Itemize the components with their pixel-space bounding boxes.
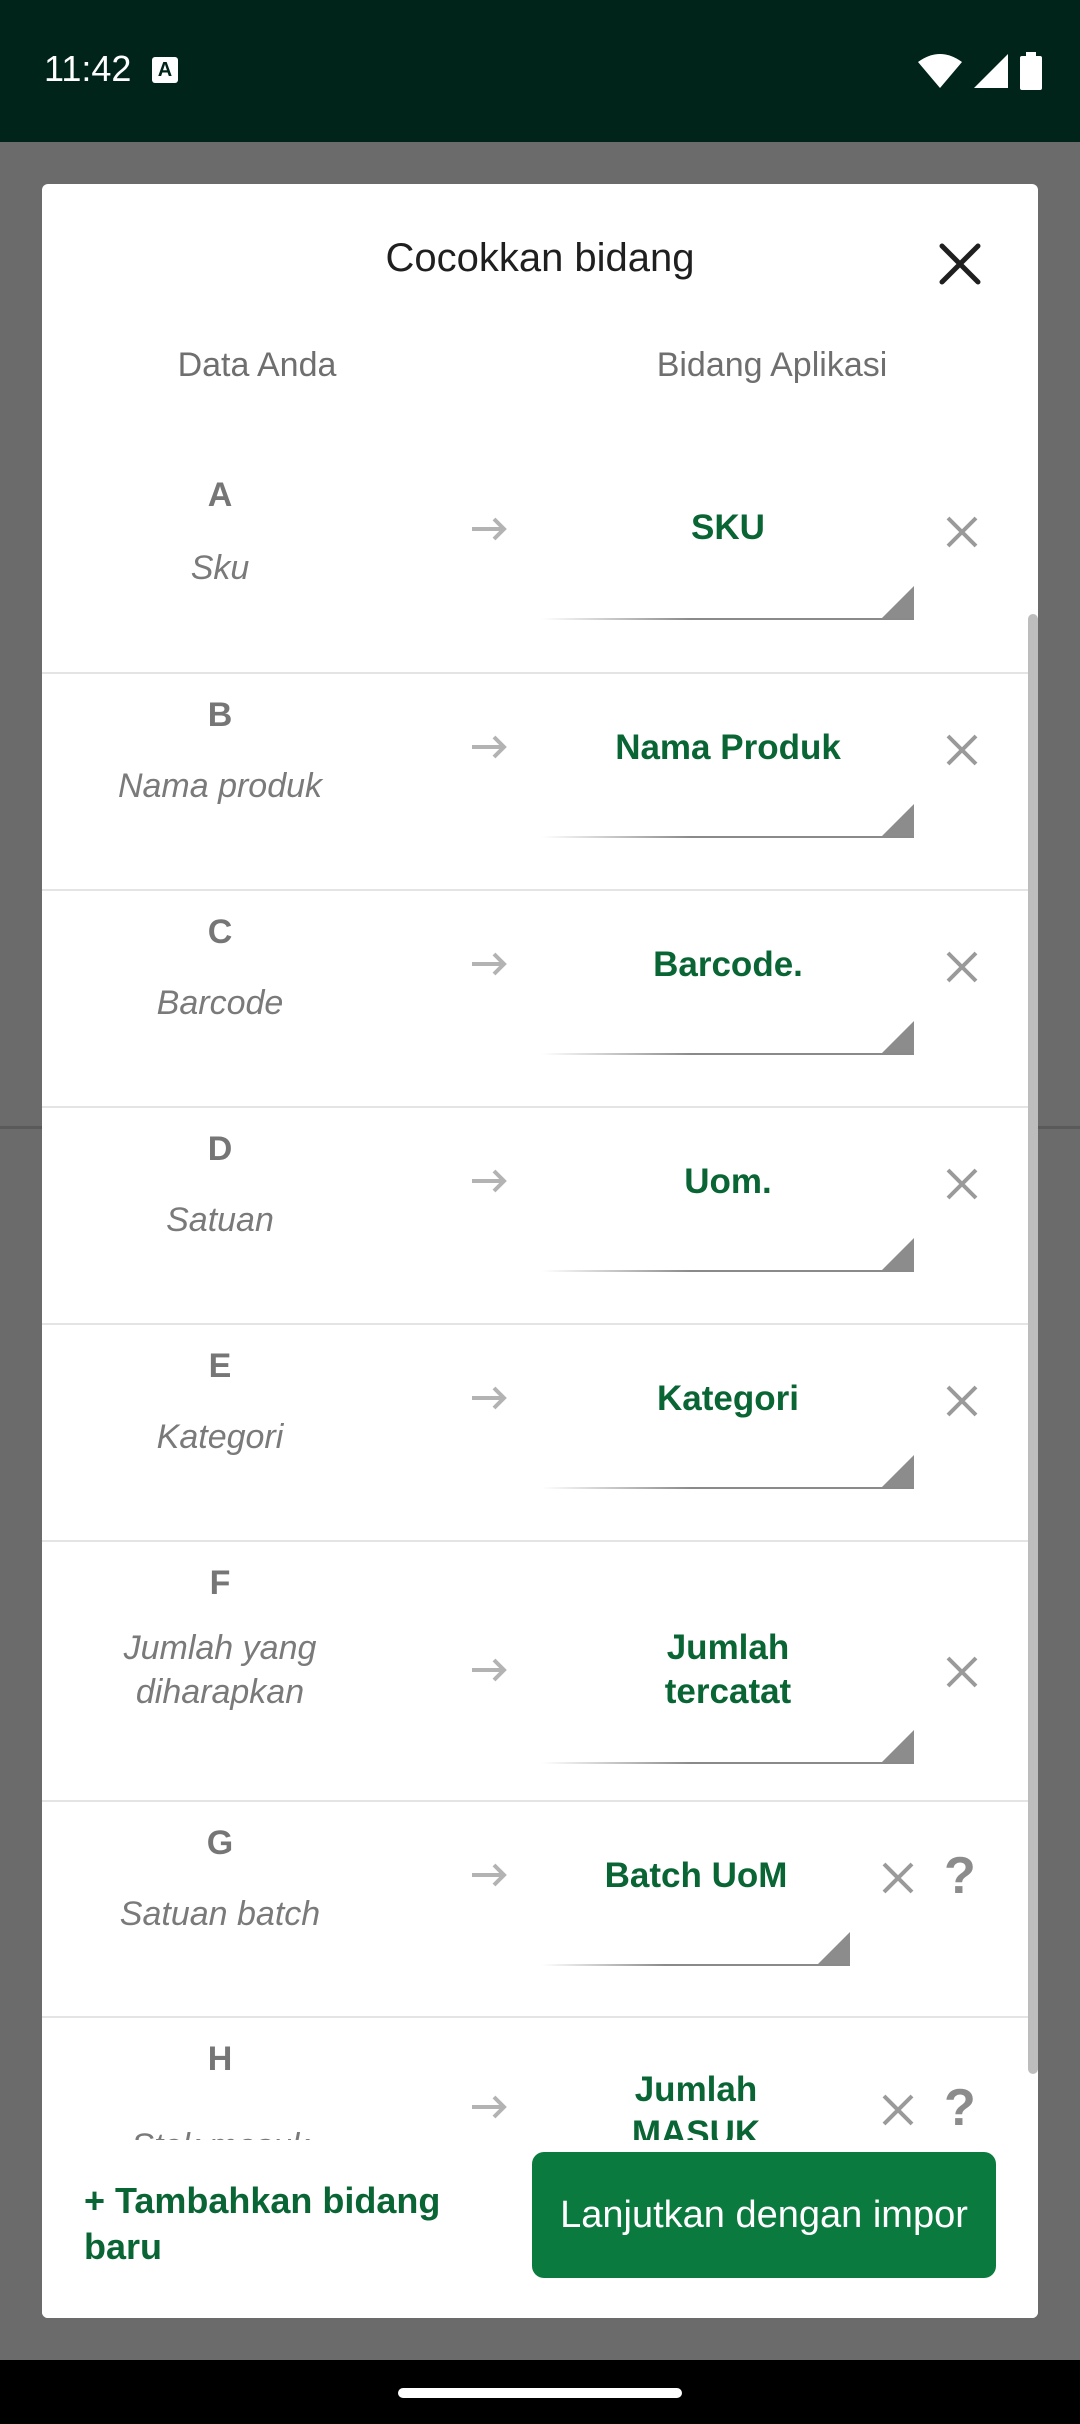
mapping-row: G Satuan batch Batch UoM ? — [42, 1802, 1038, 2018]
app-field-value: Barcode. — [653, 945, 803, 984]
navigation-bar — [0, 2360, 1080, 2424]
source-column-name: Nama produk — [117, 767, 323, 805]
clear-mapping-icon[interactable] — [944, 514, 980, 550]
dropdown-corner-icon — [882, 1730, 914, 1762]
clear-mapping-icon[interactable] — [944, 1166, 980, 1202]
app-field-value: Batch UoM — [604, 1856, 788, 1895]
clear-mapping-icon[interactable] — [944, 1654, 980, 1690]
app-field-value: Uom. — [684, 1162, 772, 1201]
app-field-value: Jumlah tercatat — [664, 1628, 792, 1711]
dropdown-corner-icon — [882, 1455, 914, 1487]
battery-icon — [1020, 52, 1042, 90]
app-field-select[interactable]: Barcode. — [542, 891, 914, 1055]
mapping-row: E Kategori Kategori — [42, 1325, 1038, 1542]
column-letter: F — [209, 1564, 231, 1602]
clear-mapping-icon[interactable] — [944, 1383, 980, 1419]
mapping-row: A Sku SKU — [42, 456, 1038, 674]
column-letter: B — [207, 696, 233, 734]
column-letter: H — [207, 2040, 233, 2078]
arrow-right-icon — [472, 1863, 507, 1887]
arrow-right-icon — [472, 735, 507, 759]
column-header-your-data: Data Anda — [177, 346, 337, 384]
arrow-right-icon — [472, 2095, 507, 2119]
a-notification-icon: A — [152, 57, 178, 83]
match-fields-dialog: Cocokkan bidang Data Anda Bidang Aplikas… — [42, 184, 1038, 2318]
source-column-name: Sku — [190, 549, 250, 587]
app-field-select[interactable]: Batch UoM — [542, 1802, 850, 1966]
clear-mapping-icon[interactable] — [944, 949, 980, 985]
select-underline — [542, 1487, 914, 1489]
app-field-value: SKU — [691, 508, 765, 547]
dialog-title: Cocokkan bidang — [385, 236, 695, 280]
dropdown-corner-icon — [882, 1021, 914, 1053]
arrow-right-icon — [472, 952, 507, 976]
app-field-select[interactable]: Jumlah tercatat — [542, 1542, 914, 1772]
select-underline — [542, 618, 914, 620]
select-underline — [542, 1964, 850, 1966]
close-icon[interactable] — [932, 236, 988, 292]
wifi-icon — [918, 54, 962, 88]
app-field-select[interactable]: Nama Produk — [542, 674, 914, 838]
scrollbar[interactable] — [1028, 614, 1038, 2074]
source-column-name: Jumlah yang diharapkan — [123, 1629, 317, 1711]
app-field-value: Nama Produk — [615, 728, 841, 767]
status-icons — [918, 52, 1042, 90]
column-letter: G — [206, 1824, 234, 1862]
arrow-right-icon — [472, 1169, 507, 1193]
dropdown-corner-icon — [818, 1932, 850, 1964]
source-column-name: Barcode — [156, 984, 284, 1022]
column-letter: D — [207, 1130, 233, 1168]
clear-mapping-icon[interactable] — [880, 2092, 916, 2128]
app-field-select[interactable]: SKU — [542, 456, 914, 620]
dropdown-corner-icon — [882, 1238, 914, 1270]
arrow-right-icon — [472, 1658, 507, 1682]
signal-icon — [974, 54, 1008, 88]
clear-mapping-icon[interactable] — [880, 1860, 916, 1896]
column-letter: A — [207, 476, 233, 514]
status-bar: 11:42 A — [0, 0, 1080, 142]
dropdown-corner-icon — [882, 586, 914, 618]
dialog-footer: + Tambahkan bidang baru Lanjutkan dengan… — [42, 2140, 1038, 2318]
source-column-name: Kategori — [156, 1418, 284, 1456]
clear-mapping-icon[interactable] — [944, 732, 980, 768]
select-underline — [542, 836, 914, 838]
mapping-list[interactable]: A Sku SKU B Nama produk Nama Produk C Ba… — [42, 456, 1038, 2318]
app-field-value: Kategori — [657, 1379, 799, 1418]
app-field-select[interactable]: Uom. — [542, 1108, 914, 1272]
arrow-right-icon — [472, 517, 507, 541]
select-underline — [542, 1270, 914, 1272]
mapping-row: B Nama produk Nama Produk — [42, 674, 1038, 891]
mapping-row: D Satuan Uom. — [42, 1108, 1038, 1325]
mapping-row: F Jumlah yang diharapkan Jumlah tercatat — [42, 1542, 1038, 1802]
help-icon[interactable]: ? — [944, 2078, 976, 2138]
arrow-right-icon — [472, 1386, 507, 1410]
select-underline — [542, 1053, 914, 1055]
source-column-name: Satuan batch — [119, 1895, 321, 1933]
mapping-row: C Barcode Barcode. — [42, 891, 1038, 1108]
status-time: 11:42 — [44, 48, 132, 89]
continue-import-button[interactable]: Lanjutkan dengan impor — [532, 2152, 996, 2278]
dropdown-corner-icon — [882, 804, 914, 836]
app-field-select[interactable]: Kategori — [542, 1325, 914, 1489]
select-underline — [542, 1762, 914, 1764]
column-letter: C — [207, 913, 233, 951]
add-field-button[interactable]: + Tambahkan bidang baru — [84, 2178, 504, 2270]
column-header-app-field: Bidang Aplikasi — [656, 346, 888, 384]
column-letter: E — [208, 1347, 232, 1385]
home-gesture-handle[interactable] — [398, 2388, 682, 2398]
help-icon[interactable]: ? — [944, 1846, 976, 1906]
source-column-name: Satuan — [166, 1201, 274, 1239]
